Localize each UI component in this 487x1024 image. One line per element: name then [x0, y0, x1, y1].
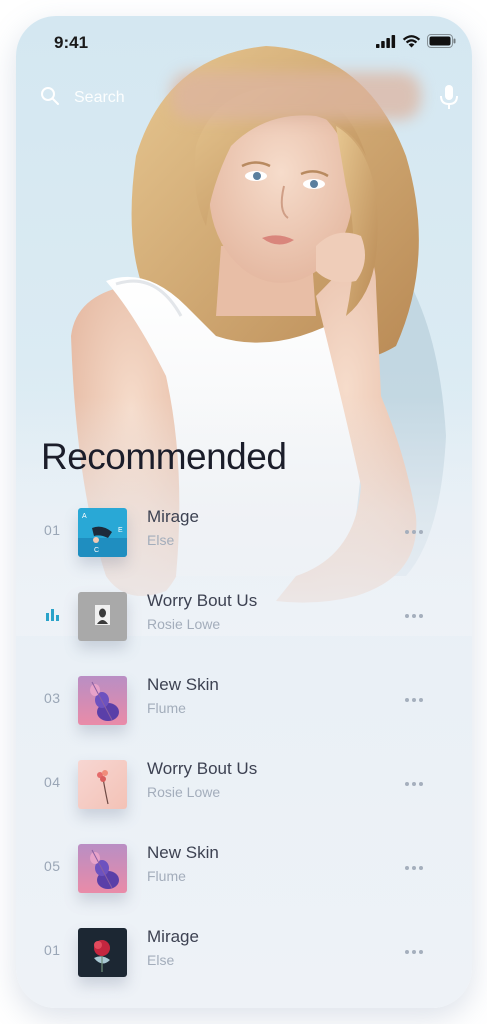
album-cover	[78, 592, 127, 641]
track-number: 05	[44, 858, 61, 874]
wifi-icon	[402, 35, 421, 48]
more-options-icon[interactable]	[400, 772, 428, 796]
album-cover	[78, 844, 127, 893]
album-cover: A E C	[78, 508, 127, 557]
svg-text:C: C	[94, 547, 99, 554]
status-time: 9:41	[54, 33, 89, 52]
album-cover	[78, 676, 127, 725]
track-artist: Rosie Lowe	[147, 616, 221, 632]
track-row[interactable]: 03 New Skin Flume	[16, 668, 472, 732]
battery-icon	[427, 34, 456, 48]
svg-text:A: A	[82, 513, 87, 520]
track-artist: Flume	[147, 700, 186, 716]
track-artist: Flume	[147, 868, 186, 884]
svg-text:E: E	[118, 527, 123, 534]
track-row[interactable]: 04 Worry Bout Us Rosie Lowe	[16, 752, 472, 816]
track-title: Mirage	[147, 507, 199, 526]
track-title: Worry Bout Us	[147, 759, 258, 778]
track-row[interactable]: 01 Mirage Else	[16, 920, 472, 984]
track-row[interactable]: Worry Bout Us Rosie Lowe	[16, 584, 472, 648]
album-cover	[78, 760, 127, 809]
more-options-icon[interactable]	[400, 688, 428, 712]
track-artist: Else	[147, 532, 175, 548]
more-options-icon[interactable]	[400, 940, 428, 964]
track-title: Mirage	[147, 927, 199, 946]
signal-icon	[376, 34, 396, 48]
more-options-icon[interactable]	[400, 604, 428, 628]
more-options-icon[interactable]	[400, 520, 428, 544]
search-input[interactable]	[72, 78, 436, 118]
track-number: 01	[44, 522, 61, 538]
track-number: 03	[44, 690, 61, 706]
track-number: 01	[44, 942, 61, 958]
section-heading: Recommended	[41, 436, 287, 477]
phone-frame: 9:41 Recommen	[16, 16, 472, 1008]
track-title: Worry Bout Us	[147, 591, 258, 610]
microphone-icon[interactable]	[438, 84, 460, 110]
track-row[interactable]: 01 A E C Mirage Else	[16, 500, 472, 564]
now-playing-equalizer-icon	[46, 609, 59, 621]
track-title: New Skin	[147, 843, 219, 862]
track-title: New Skin	[147, 675, 219, 694]
album-cover	[78, 928, 127, 977]
track-artist: Else	[147, 952, 175, 968]
track-artist: Rosie Lowe	[147, 784, 221, 800]
search-icon[interactable]	[40, 86, 60, 106]
status-icons	[376, 34, 456, 48]
more-options-icon[interactable]	[400, 856, 428, 880]
track-row[interactable]: 05 New Skin Flume	[16, 836, 472, 900]
search-bar	[36, 72, 458, 120]
track-number: 04	[44, 774, 61, 790]
